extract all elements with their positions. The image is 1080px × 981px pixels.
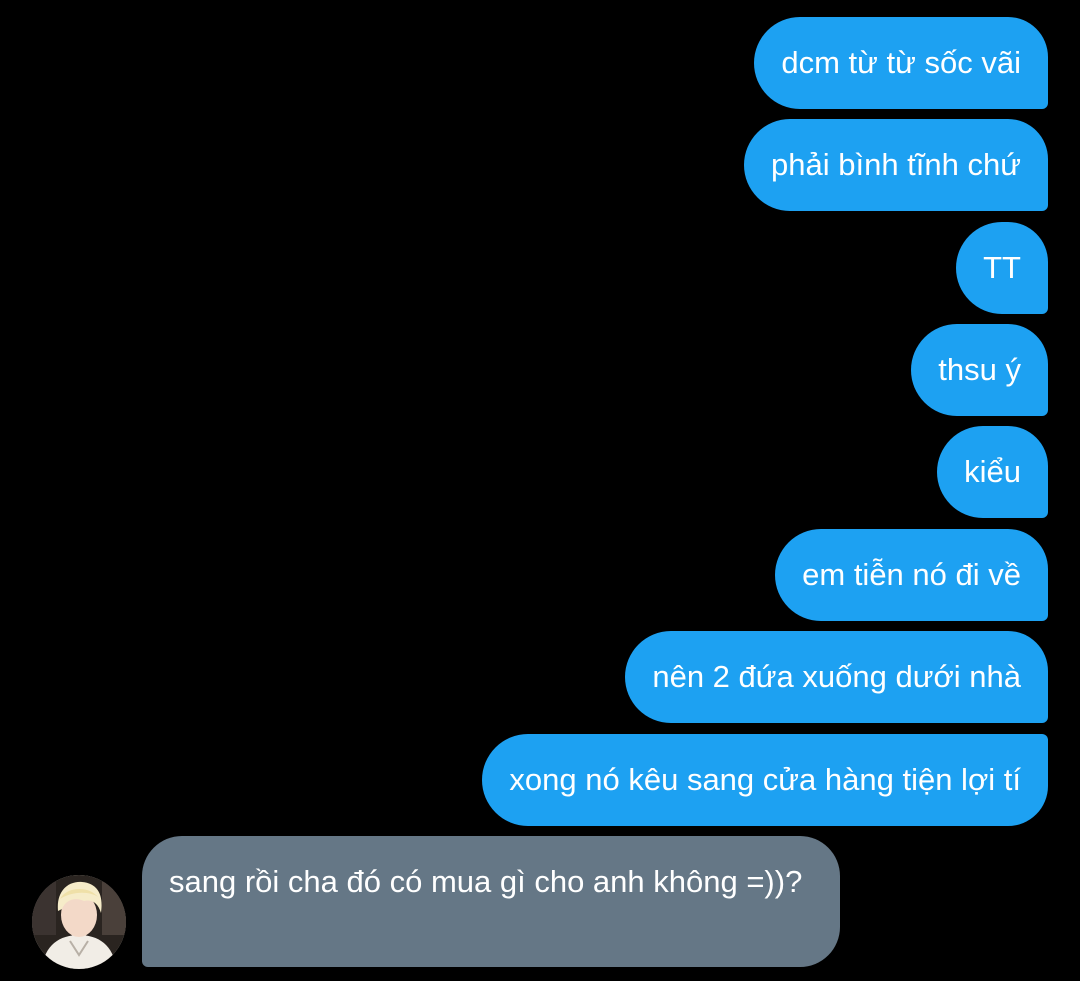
message-row-outgoing: xong nó kêu sang cửa hàng tiện lợi tí — [482, 734, 1048, 826]
outgoing-message-bubble[interactable]: dcm từ từ sốc vãi — [754, 17, 1048, 109]
message-text: em tiễn nó đi về — [802, 557, 1021, 592]
outgoing-message-bubble[interactable]: kiểu — [937, 426, 1048, 518]
outgoing-message-bubble[interactable]: xong nó kêu sang cửa hàng tiện lợi tí — [482, 734, 1048, 826]
outgoing-message-bubble[interactable]: em tiễn nó đi về — [775, 529, 1048, 621]
message-text: kiểu — [964, 454, 1021, 489]
message-text: TT — [983, 250, 1021, 285]
outgoing-message-bubble[interactable]: TT — [956, 222, 1048, 314]
message-text: dcm từ từ sốc vãi — [781, 45, 1021, 80]
message-text: phải bình tĩnh chứ — [771, 147, 1021, 182]
outgoing-message-bubble[interactable]: nên 2 đứa xuống dưới nhà — [625, 631, 1048, 723]
message-row-outgoing: nên 2 đứa xuống dưới nhà — [625, 631, 1048, 723]
avatar[interactable] — [32, 875, 126, 969]
message-text: xong nó kêu sang cửa hàng tiện lợi tí — [509, 762, 1021, 797]
message-text: nên 2 đứa xuống dưới nhà — [652, 659, 1021, 694]
outgoing-message-bubble[interactable]: thsu ý — [911, 324, 1048, 416]
message-row-incoming: sang rồi cha đó có mua gì cho anh không … — [32, 836, 840, 969]
message-thread: dcm từ từ sốc vãi phải bình tĩnh chứ TT … — [0, 0, 1080, 981]
avatar-image — [32, 875, 126, 969]
message-text: thsu ý — [938, 352, 1021, 387]
message-row-outgoing: TT — [956, 222, 1048, 314]
outgoing-message-bubble[interactable]: phải bình tĩnh chứ — [744, 119, 1048, 211]
message-row-outgoing: thsu ý — [911, 324, 1048, 416]
message-row-outgoing: em tiễn nó đi về — [775, 529, 1048, 621]
incoming-message-bubble[interactable]: sang rồi cha đó có mua gì cho anh không … — [142, 836, 840, 967]
message-text: sang rồi cha đó có mua gì cho anh không … — [169, 864, 803, 899]
message-row-outgoing: phải bình tĩnh chứ — [744, 119, 1048, 211]
message-row-outgoing: dcm từ từ sốc vãi — [754, 17, 1048, 109]
message-row-outgoing: kiểu — [937, 426, 1048, 518]
